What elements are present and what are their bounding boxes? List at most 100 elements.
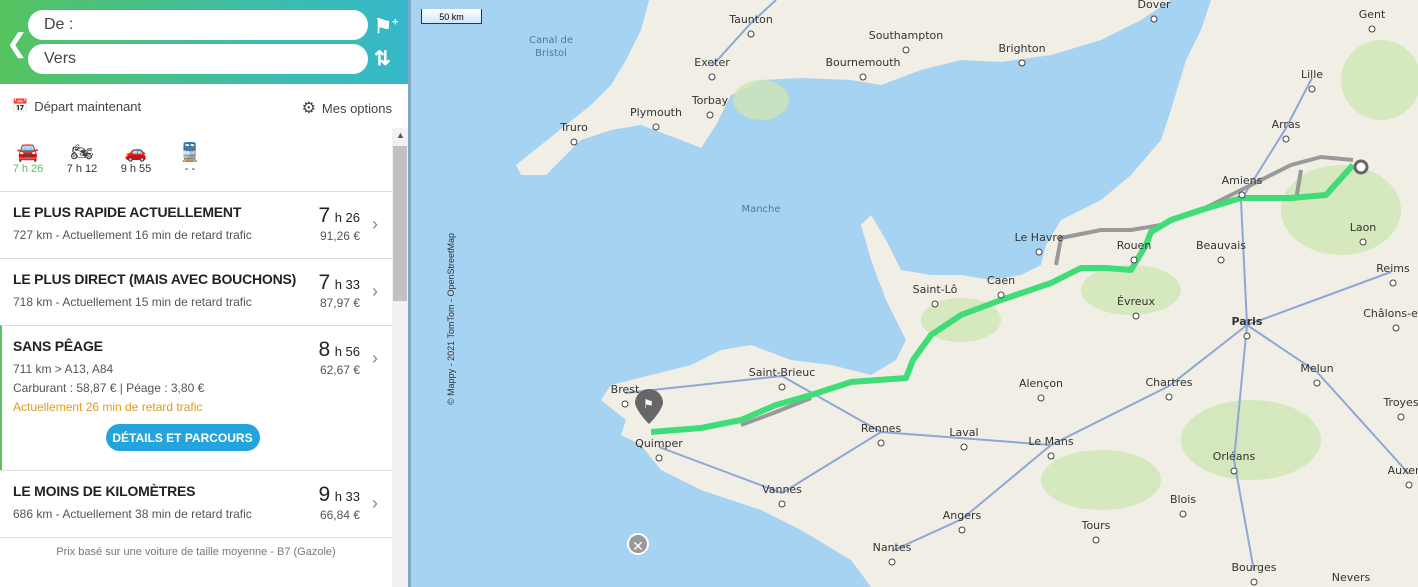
city-dot	[1230, 467, 1238, 475]
swap-icon[interactable]: ⇅	[374, 46, 391, 71]
divider	[258, 40, 358, 43]
gear-icon: ⚙	[301, 100, 316, 117]
sea-label: Manche	[741, 204, 780, 215]
route-summary: 711 km > A13, A84	[13, 362, 114, 376]
city-dot	[778, 500, 786, 508]
scrollbar[interactable]: ▲	[392, 128, 408, 587]
city-label: Saint-Brieuc	[749, 366, 816, 379]
options-button[interactable]: ⚙ Mes options	[302, 98, 392, 118]
route-item[interactable]: LE PLUS DIRECT (MAIS AVEC BOUCHONS) 718 …	[0, 258, 392, 325]
scroll-up-icon[interactable]: ▲	[396, 130, 405, 140]
city-label: Paris	[1232, 315, 1263, 328]
city-dot	[1282, 135, 1290, 143]
city-label: Évreux	[1117, 295, 1155, 308]
route-item-selected[interactable]: SANS PÊAGE 711 km > A13, A84 Carburant :…	[0, 325, 392, 470]
route-item[interactable]: LE PLUS RAPIDE ACTUELLEMENT 727 km - Act…	[0, 191, 392, 258]
city-dot	[1238, 191, 1246, 199]
city-label: Brighton	[998, 42, 1045, 55]
chevron-right-icon[interactable]: ›	[372, 214, 378, 235]
city-dot	[1392, 324, 1400, 332]
minutes: h 33	[334, 277, 360, 292]
hours: 8	[318, 338, 331, 361]
city-dot	[1250, 578, 1258, 586]
city-dot	[902, 46, 910, 54]
map[interactable]: ⚑ Canal de Bristol Manche Taunton Southampto…	[408, 0, 1418, 587]
hours: 9	[318, 483, 331, 506]
city-dot	[1037, 394, 1045, 402]
city-label: Nevers	[1332, 571, 1371, 584]
departure-label: Départ maintenant	[34, 98, 142, 114]
city-dot	[652, 123, 660, 131]
city-label: Brest	[611, 383, 640, 396]
city-label: Alençon	[1019, 377, 1063, 390]
city-label: Troyes	[1382, 396, 1418, 409]
route-item[interactable]: LE MOINS DE KILOMÈTRES 686 km - Actuelle…	[0, 470, 392, 537]
mode-train[interactable]: 🚆 - -	[170, 142, 210, 175]
city-dot	[960, 443, 968, 451]
city-dot	[1165, 393, 1173, 401]
route-price: 91,26 €	[319, 229, 360, 243]
city-label: Le Mans	[1028, 435, 1073, 448]
mode-time: 9 h 55	[120, 163, 152, 175]
city-label: Saint-Lô	[913, 283, 958, 296]
city-label: Exeter	[694, 56, 730, 69]
city-dot	[997, 291, 1005, 299]
city-dot	[1047, 452, 1055, 460]
city-dot	[1368, 25, 1376, 33]
city-dot	[778, 383, 786, 391]
minutes: h 33	[334, 489, 360, 504]
departure-button[interactable]: 📅 Départ maintenant	[12, 98, 141, 114]
mode-motorbike[interactable]: 🏍 7 h 12	[62, 142, 102, 175]
route-title: LE PLUS DIRECT (MAIS AVEC BOUCHONS)	[13, 271, 297, 287]
city-dot	[958, 526, 966, 534]
city-label: Torbay	[691, 94, 729, 107]
to-input[interactable]: Vers	[28, 44, 368, 74]
england-land	[516, 0, 1171, 175]
route-title: LE MOINS DE KILOMÈTRES	[13, 483, 196, 499]
city-label: Chartres	[1145, 376, 1192, 389]
start-marker[interactable]	[1353, 159, 1369, 175]
city-dot	[1130, 256, 1138, 264]
mode-car[interactable]: 🚘 7 h 26	[8, 142, 48, 175]
route-summary: 727 km - Actuellement 16 min de retard t…	[13, 228, 252, 242]
city-dot	[859, 73, 867, 81]
options-label: Mes options	[321, 100, 392, 116]
minutes: h 56	[334, 344, 360, 359]
city-dot	[708, 73, 716, 81]
from-input[interactable]: De :	[28, 10, 368, 40]
calendar-icon: 📅	[12, 98, 29, 113]
city-label: Laval	[949, 426, 978, 439]
city-label: Arras	[1272, 118, 1301, 131]
city-dot	[1405, 481, 1413, 489]
mode-car-alt[interactable]: 🚗 9 h 55	[116, 142, 156, 175]
chevron-right-icon[interactable]: ›	[372, 281, 378, 302]
city-dot	[1018, 59, 1026, 67]
route-duration: 8 h 56 62,67 €	[319, 338, 360, 377]
city-dot	[1313, 379, 1321, 387]
route-duration: 7 h 26 91,26 €	[319, 204, 360, 243]
city-label: Melun	[1300, 362, 1333, 375]
city-dot	[1179, 510, 1187, 518]
add-stop-flag-icon[interactable]: ⚑+	[374, 14, 398, 39]
city-dot	[931, 300, 939, 308]
city-dot	[1217, 256, 1225, 264]
city-label: Taunton	[728, 13, 773, 26]
city-label: Bournemouth	[825, 56, 900, 69]
traffic-warning: Actuellement 26 min de retard trafic	[13, 400, 203, 414]
close-icon[interactable]: ✕	[627, 533, 649, 555]
city-dot	[621, 400, 629, 408]
city-dot	[706, 111, 714, 119]
mode-time: - -	[184, 163, 196, 175]
chevron-right-icon[interactable]: ›	[372, 348, 378, 369]
route-summary: 718 km - Actuellement 15 min de retard t…	[13, 295, 252, 309]
sea-label: Bristol	[535, 48, 567, 59]
transport-modes: 🚘 7 h 26 🏍 7 h 12 🚗 9 h 55 🚆 - -	[8, 142, 210, 175]
city-label: Reims	[1376, 262, 1410, 275]
city-dot	[877, 439, 885, 447]
route-duration: 9 h 33 66,84 €	[319, 483, 360, 522]
back-icon[interactable]: ❮	[6, 28, 28, 59]
city-label: Laon	[1350, 221, 1377, 234]
chevron-right-icon[interactable]: ›	[372, 493, 378, 514]
scrollbar-thumb[interactable]	[393, 146, 407, 301]
details-button[interactable]: DÉTAILS ET PARCOURS	[105, 424, 260, 451]
